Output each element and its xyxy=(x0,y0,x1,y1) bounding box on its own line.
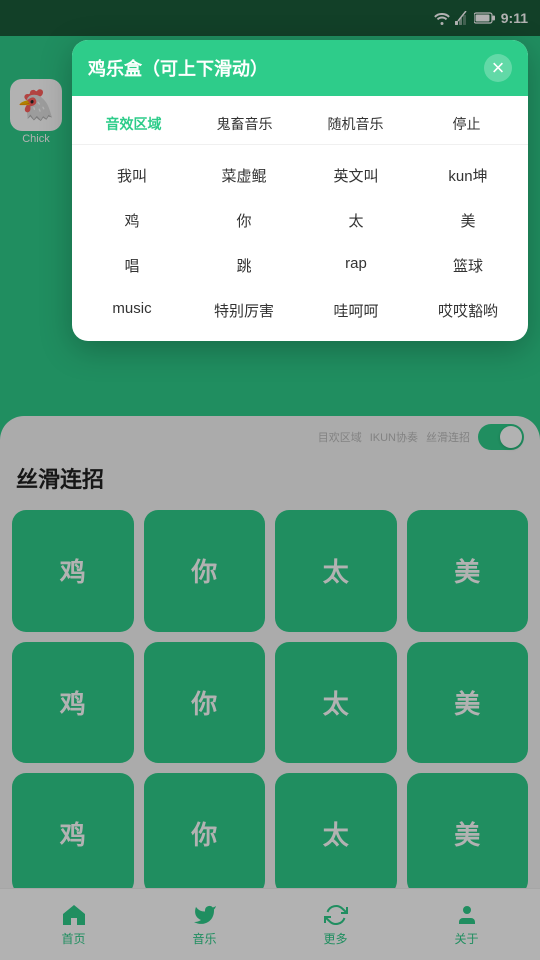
popup-item-rap[interactable]: rap xyxy=(300,243,412,288)
popup-item-mei[interactable]: 美 xyxy=(412,198,524,243)
popup-header: 鸡乐盒（可上下滑动） × xyxy=(72,40,528,96)
popup-item-yingwenjiao[interactable]: 英文叫 xyxy=(300,153,412,198)
popup-item-ji[interactable]: 鸡 xyxy=(76,198,188,243)
popup-item-konkun[interactable]: kun坤 xyxy=(412,153,524,198)
tab-stop[interactable]: 停止 xyxy=(413,108,520,140)
popup-close-button[interactable]: × xyxy=(484,54,512,82)
popup-item-tebie[interactable]: 特别厉害 xyxy=(188,288,300,333)
popup-item-lanqiu[interactable]: 篮球 xyxy=(412,243,524,288)
popup-title: 鸡乐盒（可上下滑动） xyxy=(88,55,268,81)
popup-item-aiai[interactable]: 哎哎豁哟 xyxy=(412,288,524,333)
popup-item-chang[interactable]: 唱 xyxy=(76,243,188,288)
popup-item-tai[interactable]: 太 xyxy=(300,198,412,243)
popup-panel: 鸡乐盒（可上下滑动） × 音效区域 鬼畜音乐 随机音乐 停止 我叫 菜虚鲲 英文… xyxy=(72,40,528,341)
tab-random-music[interactable]: 随机音乐 xyxy=(302,108,409,140)
popup-item-wojiao[interactable]: 我叫 xyxy=(76,153,188,198)
tab-ghost-music[interactable]: 鬼畜音乐 xyxy=(191,108,298,140)
popup-item-wahehe[interactable]: 哇呵呵 xyxy=(300,288,412,333)
popup-item-tiao[interactable]: 跳 xyxy=(188,243,300,288)
popup-tabs: 音效区域 鬼畜音乐 随机音乐 停止 xyxy=(72,96,528,145)
tab-sound-effects[interactable]: 音效区域 xyxy=(80,108,187,140)
popup-item-ni[interactable]: 你 xyxy=(188,198,300,243)
popup-item-music[interactable]: music xyxy=(76,288,188,333)
popup-grid: 我叫 菜虚鲲 英文叫 kun坤 鸡 你 太 美 唱 跳 rap 篮球 music… xyxy=(72,145,528,341)
popup-item-caixukun[interactable]: 菜虚鲲 xyxy=(188,153,300,198)
